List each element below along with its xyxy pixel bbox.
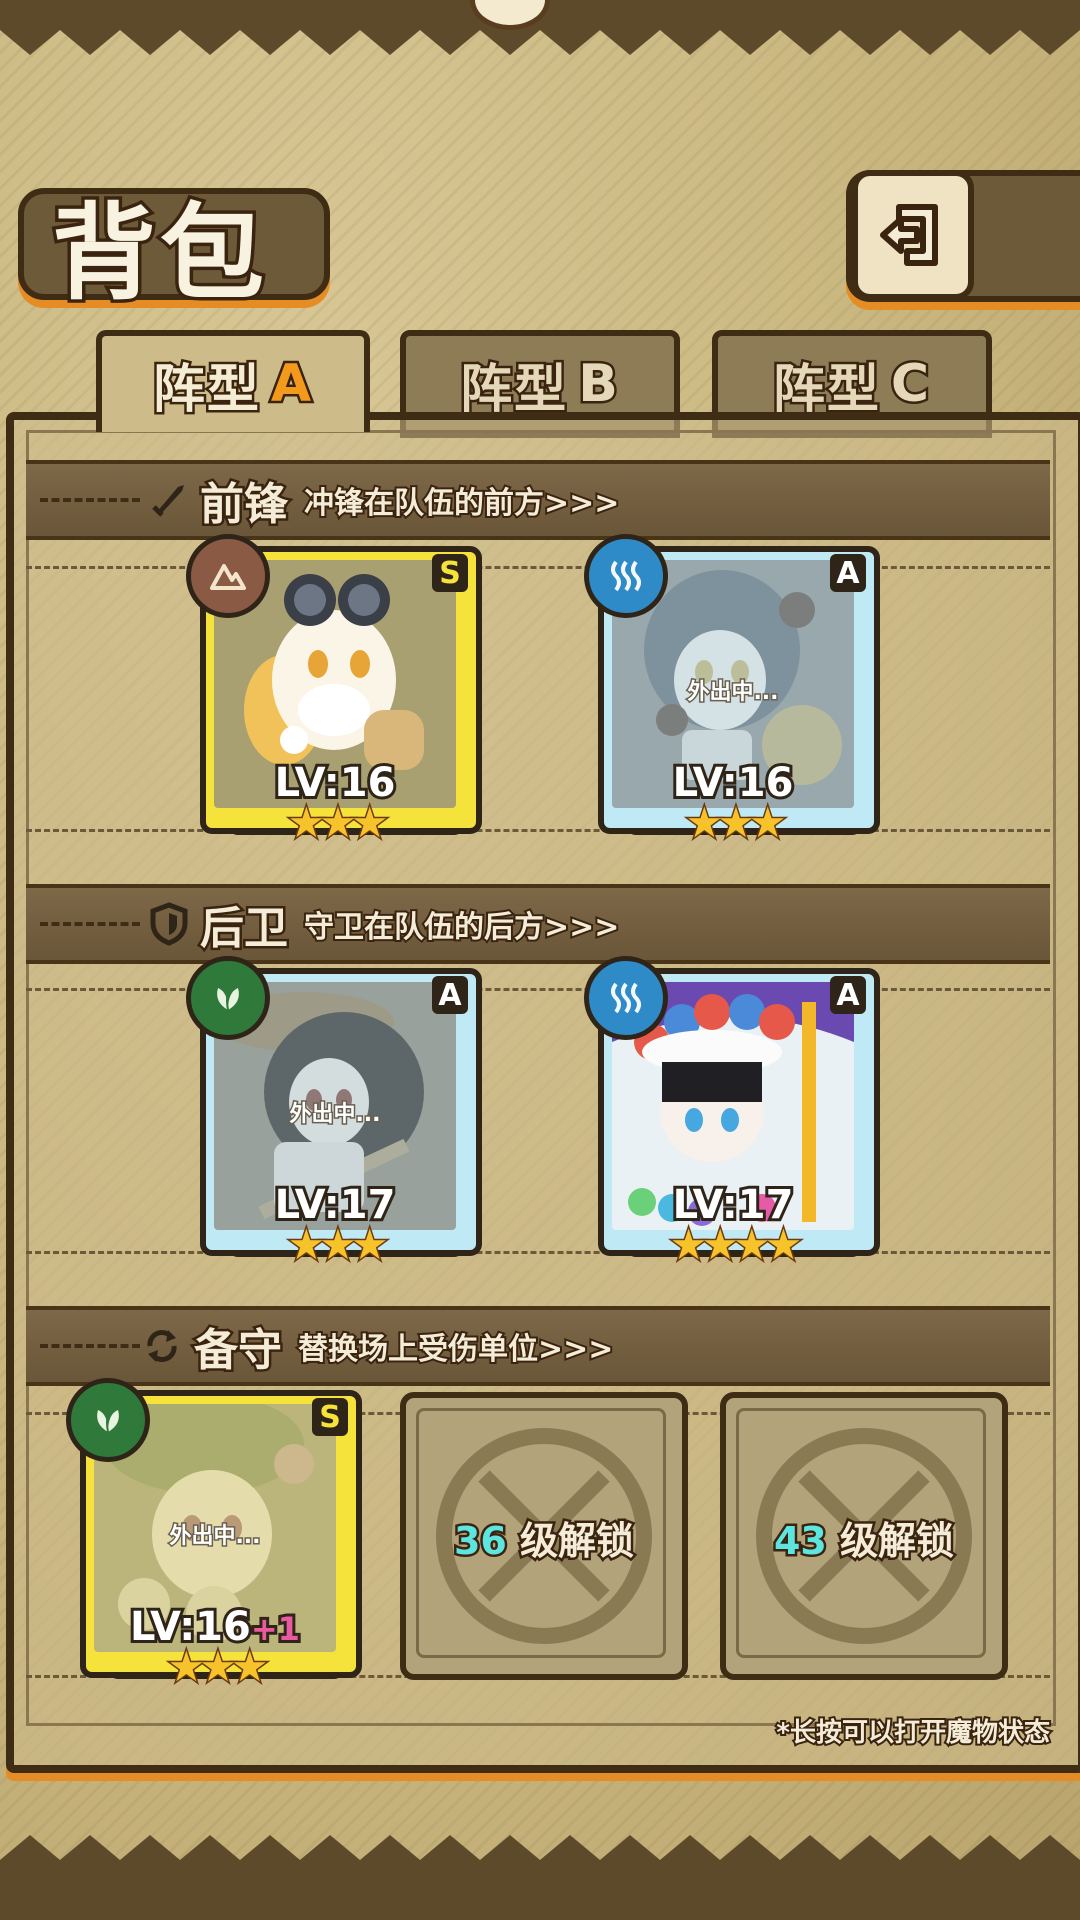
section-desc: 冲锋在队伍的前方>>> [302,484,621,523]
element-badge [186,534,270,618]
unlock-level: 36 [451,1517,509,1566]
monster-card-reserve-1[interactable]: 外出中... S LV:16+1 ★★★ [66,1378,362,1689]
star-rating: ★★★★ [668,1220,804,1269]
tab-label: 阵型 [770,357,881,422]
star-rating: ★★★ [286,1220,390,1269]
section-desc: 替换场上受伤单位>>> [296,1330,615,1369]
tab-formation-a[interactable]: 阵型 A [96,330,370,432]
star-rating: ★★★ [166,1642,270,1691]
section-name: 前锋 [198,477,291,533]
element-badge [186,956,270,1040]
tab-letter: C [888,352,932,417]
element-badge [584,534,668,618]
section-desc: 守卫在队伍的后方>>> [302,908,621,947]
swap-icon [147,1330,177,1362]
star-rating: ★★★ [286,798,390,847]
unlock-level: 43 [771,1517,829,1566]
row-band [26,988,1050,1254]
tab-label: 阵型 [458,357,569,422]
tab-letter: A [268,352,314,417]
back-arrow-icon [880,204,938,266]
vanguard-title: 前锋 冲锋在队伍的前方>>> [148,468,621,533]
locked-slot-1[interactable]: 36 级解锁 [400,1392,688,1680]
leaf-icon [217,988,239,1011]
tab-label: 阵型 [150,357,261,422]
unlock-requirement: 43 级解锁 [726,1510,1002,1566]
water-icon [611,560,641,592]
sword-icon [152,485,184,517]
star-rating: ★★★ [684,798,788,847]
dash-divider [40,498,140,502]
unlock-requirement: 36 级解锁 [406,1510,682,1566]
rearguard-title: 后卫 守卫在队伍的后方>>> [148,892,621,957]
monster-card-rearguard-1[interactable]: 外出中... A LV:17 ★★★ [186,956,482,1267]
torn-paper-bottom [0,1835,1080,1920]
earth-icon [210,564,246,590]
rank-badge: A [830,976,866,1014]
rank-badge: S [312,1398,348,1436]
rank-badge: A [830,554,866,592]
rank-badge: S [432,554,468,592]
water-icon [611,982,641,1014]
section-name: 后卫 [198,901,291,957]
long-press-hint: *长按可以打开魔物状态 [774,1716,1052,1750]
row-band [26,566,1050,832]
away-status: 外出中... [168,1523,262,1551]
page-title: 背包 [48,188,269,318]
monster-card-vanguard-2[interactable]: 外出中... A LV:16 ★★★ [584,534,880,845]
shield-icon [150,902,188,946]
away-status: 外出中... [288,1101,382,1129]
unlock-text: 级解锁 [826,1517,957,1566]
rank-badge: A [432,976,468,1014]
section-name: 备守 [192,1323,285,1379]
element-badge [584,956,668,1040]
locked-slot-2[interactable]: 43 级解锁 [720,1392,1008,1680]
unlock-text: 级解锁 [506,1517,637,1566]
dash-divider [40,1344,140,1348]
dash-divider [40,922,140,926]
element-badge [66,1378,150,1462]
back-button[interactable] [852,170,974,300]
reserve-title: 备守 替换场上受伤单位>>> [140,1314,615,1379]
tab-letter: B [576,352,621,417]
monster-card-rearguard-2[interactable]: A LV:17 ★★★★ [584,956,880,1267]
leaf-icon [97,1410,119,1433]
monster-card-vanguard-1[interactable]: S LV:16 ★★★ [186,534,482,845]
away-status: 外出中... [686,679,780,707]
